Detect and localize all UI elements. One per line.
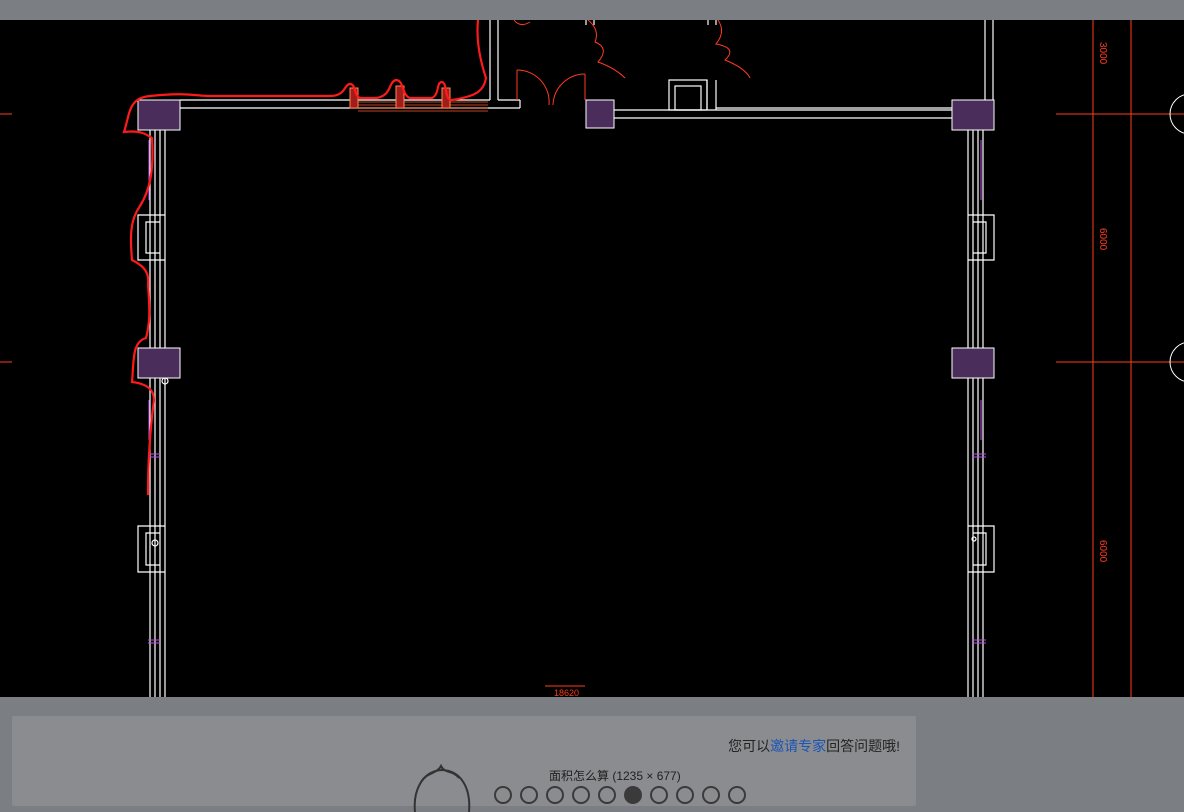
dimension-labels: 3000 6000 6000 18620: [554, 42, 1108, 697]
axis-bubbles: [1169, 94, 1184, 382]
invite-suffix: 回答问题哦!: [826, 738, 900, 754]
thumbnail-dot[interactable]: [494, 786, 512, 804]
dim-label-top: 3000: [1097, 42, 1108, 65]
walls: [137, 20, 995, 697]
window-hatch: [358, 101, 488, 112]
invite-expert-link[interactable]: 邀请专家: [770, 738, 826, 754]
avatar-icon: [413, 763, 471, 812]
invite-prefix: 您可以: [728, 738, 771, 754]
image-caption: 面积怎么算 (1235 × 677): [549, 769, 681, 783]
thumbnail-dot[interactable]: [546, 786, 564, 804]
thumbnail-strip[interactable]: [482, 786, 762, 806]
columns: [137, 99, 995, 379]
dim-label-middle: 6000: [1097, 228, 1108, 251]
side-windows: [148, 140, 986, 644]
thumbnail-dot[interactable]: [598, 786, 616, 804]
thumbnail-dot[interactable]: [520, 786, 538, 804]
red-markup-outline: [122, 20, 488, 496]
dim-label-bottom: 6000: [1097, 540, 1108, 563]
answer-panel: 您可以邀请专家回答问题哦! 面积怎么算 (1235 × 677): [12, 716, 916, 812]
thumbnail-dot[interactable]: [728, 786, 746, 804]
thumbnail-dot[interactable]: [676, 786, 694, 804]
dim-label-width: 18620: [554, 688, 579, 697]
thumbnail-dot[interactable]: [624, 786, 642, 804]
thumbnail-dot[interactable]: [650, 786, 668, 804]
door-swings: [513, 20, 751, 106]
invite-expert-prompt: 您可以邀请专家回答问题哦!: [728, 736, 900, 756]
floor-plan-drawing: 3000 6000 6000 18620: [0, 20, 1184, 697]
cad-drawing-viewer[interactable]: 3000 6000 6000 18620: [0, 20, 1184, 697]
thumbnail-dot[interactable]: [702, 786, 720, 804]
thumbnail-dot[interactable]: [572, 786, 590, 804]
